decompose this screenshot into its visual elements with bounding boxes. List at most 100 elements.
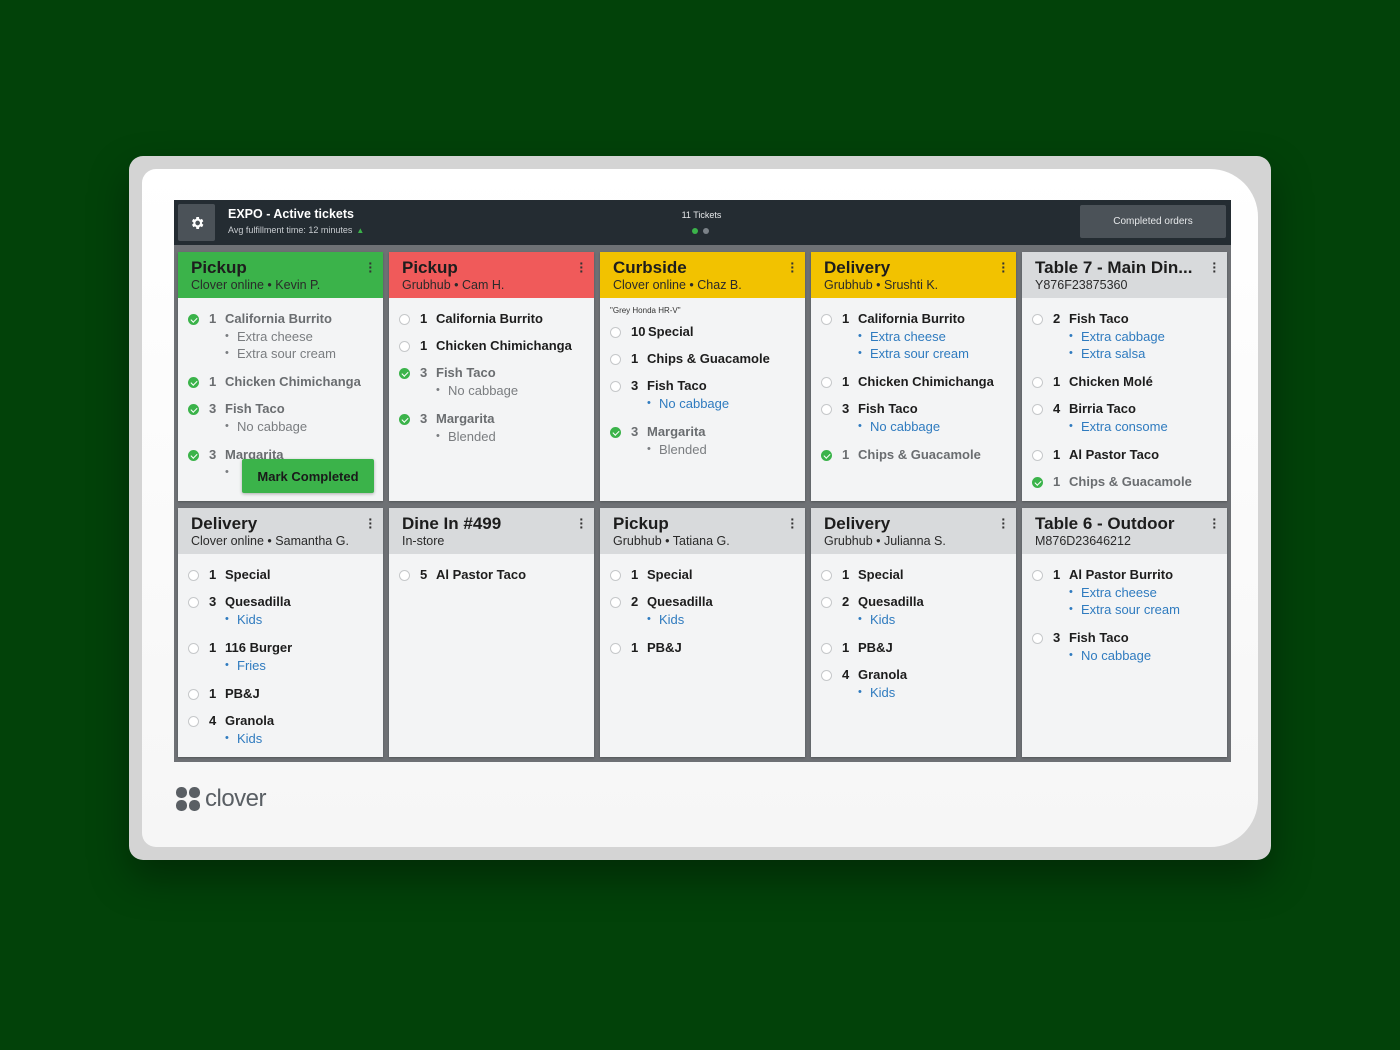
ticket-item[interactable]: 5 Al Pastor Taco	[399, 567, 584, 582]
ticket-card[interactable]: Curbside Clover online • Chaz B. · · · "Grey …	[600, 252, 805, 501]
more-options-icon[interactable]: · · ·	[368, 512, 373, 534]
ticket-item[interactable]: 1 Al Pastor Burrito Extra cheeseExtra sour…	[1032, 567, 1217, 618]
empty-circle-icon[interactable]	[1032, 633, 1043, 644]
check-circle-icon[interactable]	[188, 377, 199, 388]
empty-circle-icon[interactable]	[1032, 450, 1043, 461]
page-dot-1[interactable]	[692, 228, 698, 234]
empty-circle-icon[interactable]	[821, 597, 832, 608]
ticket-item[interactable]: 3 Fish Taco No cabbage	[610, 378, 795, 412]
ticket-item[interactable]: 4 Granola Kids	[821, 667, 1006, 701]
empty-circle-icon[interactable]	[610, 381, 621, 392]
ticket-card[interactable]: Pickup Grubhub • Cam H. · · · 1 California Bur…	[389, 252, 594, 501]
ticket-item[interactable]: 1 California Burrito Extra cheeseExtra sou…	[821, 311, 1006, 362]
ticket-item[interactable]: 3 Margarita Blended	[610, 424, 795, 458]
ticket-item[interactable]: 1 Special	[188, 567, 373, 582]
ticket-item[interactable]: 1 California Burrito	[399, 311, 584, 326]
empty-circle-icon[interactable]	[188, 570, 199, 581]
check-circle-icon[interactable]	[821, 450, 832, 461]
ticket-card[interactable]: Pickup Clover online • Kevin P. · · · 1 Califo…	[178, 252, 383, 501]
ticket-item[interactable]: 4 Granola Kids	[188, 713, 373, 747]
completed-orders-button[interactable]: Completed orders	[1080, 205, 1226, 238]
empty-circle-icon[interactable]	[399, 341, 410, 352]
empty-circle-icon[interactable]	[610, 327, 621, 338]
check-circle-icon[interactable]	[188, 314, 199, 325]
check-circle-icon[interactable]	[610, 427, 621, 438]
empty-circle-icon[interactable]	[188, 689, 199, 700]
ticket-card[interactable]: Delivery Clover online • Samantha G. · · · 1 S…	[178, 508, 383, 757]
ticket-item[interactable]: 1 Chicken Chimichanga	[821, 374, 1006, 389]
empty-circle-icon[interactable]	[610, 597, 621, 608]
empty-circle-icon[interactable]	[399, 314, 410, 325]
check-circle-icon[interactable]	[399, 414, 410, 425]
ticket-item[interactable]: 4 Birria Taco Extra consome	[1032, 401, 1217, 435]
ticket-item[interactable]: 3 Fish Taco No cabbage	[188, 401, 373, 435]
more-options-icon[interactable]: · · ·	[368, 256, 373, 278]
ticket-item[interactable]: 2 Fish Taco Extra cabbageExtra salsa	[1032, 311, 1217, 362]
more-options-icon[interactable]: · · ·	[579, 512, 584, 534]
ticket-card[interactable]: Table 7 - Main Din... Y876F23875360 · · · 2 Fi…	[1022, 252, 1227, 501]
more-options-icon[interactable]: · · ·	[1212, 512, 1217, 534]
mark-completed-button[interactable]: Mark Completed	[242, 459, 374, 493]
item-quantity: 1	[842, 447, 850, 462]
more-options-icon[interactable]: · · ·	[579, 256, 584, 278]
ticket-item[interactable]: 1 California Burrito Extra cheeseExtra sou…	[188, 311, 373, 362]
ticket-item[interactable]: 1 Chicken Chimichanga	[188, 374, 373, 389]
ticket-item[interactable]: 1 Chips & Guacamole	[1032, 474, 1217, 489]
empty-circle-icon[interactable]	[188, 716, 199, 727]
empty-circle-icon[interactable]	[610, 570, 621, 581]
ticket-item[interactable]: 1 PB&J	[821, 640, 1006, 655]
ticket-item[interactable]: 1 Chicken Chimichanga	[399, 338, 584, 353]
check-circle-icon[interactable]	[1032, 477, 1043, 488]
item-modifier: Extra cabbage	[1069, 328, 1165, 345]
ticket-item[interactable]: 1 Chicken Molé	[1032, 374, 1217, 389]
ticket-item[interactable]: 3 Quesadilla Kids	[188, 594, 373, 628]
check-circle-icon[interactable]	[188, 450, 199, 461]
more-options-icon[interactable]: · · ·	[1001, 256, 1006, 278]
ticket-item[interactable]: 1 PB&J	[610, 640, 795, 655]
ticket-item[interactable]: 2 Quesadilla Kids	[610, 594, 795, 628]
empty-circle-icon[interactable]	[1032, 314, 1043, 325]
empty-circle-icon[interactable]	[821, 377, 832, 388]
ticket-item[interactable]: 1 Special	[610, 567, 795, 582]
more-options-icon[interactable]: · · ·	[1212, 256, 1217, 278]
check-circle-icon[interactable]	[188, 404, 199, 415]
ticket-item[interactable]: 1 Chips & Guacamole	[821, 447, 1006, 462]
ticket-item[interactable]: 3 Fish Taco No cabbage	[821, 401, 1006, 435]
empty-circle-icon[interactable]	[821, 570, 832, 581]
ticket-card[interactable]: Delivery Grubhub • Srushti K. · · · 1 Californ…	[811, 252, 1016, 501]
empty-circle-icon[interactable]	[610, 643, 621, 654]
empty-circle-icon[interactable]	[1032, 404, 1043, 415]
empty-circle-icon[interactable]	[399, 570, 410, 581]
ticket-item[interactable]: 1 116 Burger Fries	[188, 640, 373, 674]
empty-circle-icon[interactable]	[821, 404, 832, 415]
empty-circle-icon[interactable]	[821, 670, 832, 681]
ticket-card[interactable]: Delivery Grubhub • Julianna S. · · · 1 Special…	[811, 508, 1016, 757]
more-options-icon[interactable]: · · ·	[790, 256, 795, 278]
more-options-icon[interactable]: · · ·	[1001, 512, 1006, 534]
empty-circle-icon[interactable]	[821, 314, 832, 325]
empty-circle-icon[interactable]	[188, 643, 199, 654]
check-circle-icon[interactable]	[399, 368, 410, 379]
ticket-item[interactable]: 1 Special	[821, 567, 1006, 582]
empty-circle-icon[interactable]	[1032, 377, 1043, 388]
page-dot-2[interactable]	[703, 228, 709, 234]
ticket-card[interactable]: Dine In #499 In-store · · · 5 Al Pastor Taco	[389, 508, 594, 757]
clover-logo-icon	[176, 787, 200, 811]
ticket-item[interactable]: 1 Chips & Guacamole	[610, 351, 795, 366]
ticket-card[interactable]: Table 6 - Outdoor M876D23646212 · · · 1 Al Pas…	[1022, 508, 1227, 757]
ticket-card[interactable]: Pickup Grubhub • Tatiana G. · · · 1 Special 2 Qu…	[600, 508, 805, 757]
ticket-item[interactable]: 1 Al Pastor Taco	[1032, 447, 1217, 462]
empty-circle-icon[interactable]	[1032, 570, 1043, 581]
empty-circle-icon[interactable]	[188, 597, 199, 608]
item-modifier: Fries	[225, 657, 292, 674]
empty-circle-icon[interactable]	[821, 643, 832, 654]
ticket-item[interactable]: 3 Fish Taco No cabbage	[399, 365, 584, 399]
ticket-item[interactable]: 3 Margarita Blended	[399, 411, 584, 445]
ticket-item[interactable]: 3 Fish Taco No cabbage	[1032, 630, 1217, 664]
ticket-item[interactable]: 1 PB&J	[188, 686, 373, 701]
ticket-item[interactable]: 2 Quesadilla Kids	[821, 594, 1006, 628]
more-options-icon[interactable]: · · ·	[790, 512, 795, 534]
settings-button[interactable]	[178, 204, 215, 241]
empty-circle-icon[interactable]	[610, 354, 621, 365]
ticket-item[interactable]: 10 Special	[610, 324, 795, 339]
